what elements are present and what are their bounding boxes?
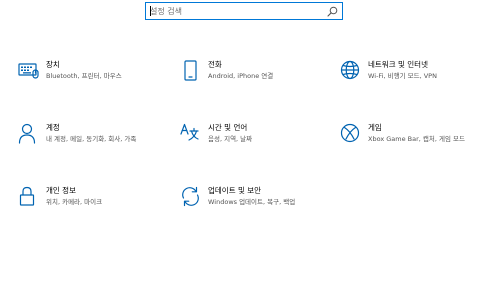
- tile-description: 음성, 지역, 날짜: [208, 135, 253, 143]
- tile-description: Windows 업데이트, 복구, 백업: [208, 198, 296, 206]
- tile-title: 개인 정보: [46, 186, 76, 195]
- tile-privacy[interactable]: 개인 정보 위치, 카메라, 마이크: [18, 186, 168, 226]
- tile-description: Xbox Game Bar, 캡처, 게임 모드: [368, 135, 466, 143]
- time-language-icon: [180, 123, 199, 141]
- search-icon[interactable]: [327, 6, 338, 17]
- lock-icon: [19, 186, 35, 206]
- tile-title: 시간 및 언어: [208, 123, 248, 132]
- tile-title: 계정: [46, 123, 60, 132]
- tile-time-language[interactable]: 시간 및 언어 음성, 지역, 날짜: [180, 123, 330, 163]
- tile-description: 위치, 카메라, 마이크: [46, 198, 103, 206]
- tile-devices[interactable]: 장치 Bluetooth, 프린터, 마우스: [18, 60, 168, 100]
- tile-description: 내 계정, 메일, 동기화, 회사, 가족: [46, 135, 137, 143]
- search-input[interactable]: [150, 3, 325, 19]
- phone-icon: [184, 60, 197, 81]
- text-cursor: [150, 6, 151, 16]
- tile-update-security[interactable]: 업데이트 및 보안 Windows 업데이트, 복구, 백업: [180, 186, 330, 226]
- tile-title: 업데이트 및 보안: [208, 186, 262, 195]
- keyboard-icon: [18, 63, 39, 79]
- tile-description: Android, iPhone 연결: [208, 72, 274, 80]
- tile-gaming[interactable]: 게임 Xbox Game Bar, 캡처, 게임 모드: [340, 123, 490, 163]
- tile-phone[interactable]: 전화 Android, iPhone 연결: [180, 60, 330, 100]
- sync-icon: [182, 186, 199, 207]
- tile-network[interactable]: 네트워크 및 인터넷 Wi-Fi, 비행기 모드, VPN: [340, 60, 490, 100]
- tile-title: 장치: [46, 60, 60, 69]
- tile-description: Bluetooth, 프린터, 마우스: [46, 72, 122, 80]
- tile-title: 전화: [208, 60, 222, 69]
- tile-accounts[interactable]: 계정 내 계정, 메일, 동기화, 회사, 가족: [18, 123, 168, 163]
- xbox-icon: [340, 123, 360, 143]
- tile-title: 네트워크 및 인터넷: [368, 60, 428, 69]
- settings-home: 장치 Bluetooth, 프린터, 마우스 전화 Android, iPhon…: [0, 0, 500, 293]
- tile-description: Wi-Fi, 비행기 모드, VPN: [368, 72, 437, 80]
- search-box[interactable]: [145, 2, 343, 20]
- globe-icon: [340, 60, 360, 80]
- tile-title: 게임: [368, 123, 382, 132]
- person-icon: [18, 123, 36, 144]
